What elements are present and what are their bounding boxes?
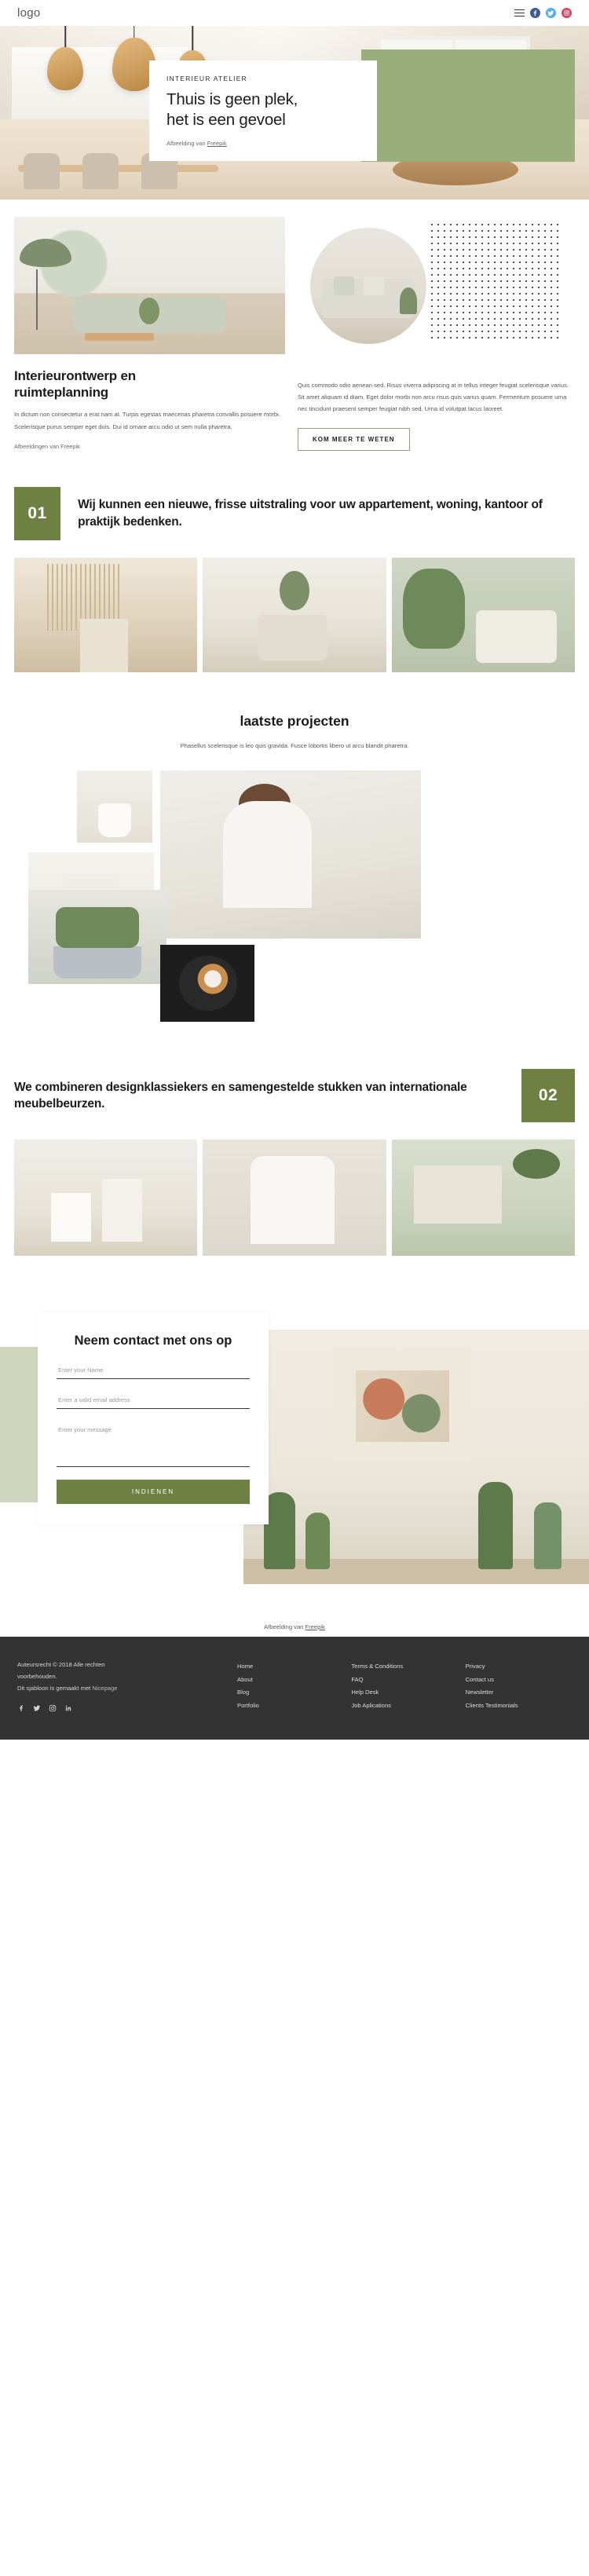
contact-form: Neem contact met ons op INDIENEN <box>38 1312 269 1525</box>
twitter-icon[interactable] <box>33 1704 41 1712</box>
band-one-text: Wij kunnen een nieuwe, frisse uitstralin… <box>78 498 543 529</box>
footer-left-column: Auteursrecht © 2018 Alle rechten voorbeh… <box>17 1659 229 1713</box>
hero-text-card: INTERIEUR ATELIER Thuis is geen plek, he… <box>149 60 377 161</box>
footer-copyright-line-1: Auteursrecht © 2018 Alle rechten <box>17 1660 105 1668</box>
intro-heading-line-1: Interieurontwerp en <box>14 368 136 383</box>
site-header: logo <box>0 0 589 26</box>
instagram-icon[interactable] <box>49 1704 57 1712</box>
hero-credit-link[interactable]: Freepik <box>207 140 227 147</box>
instagram-icon[interactable] <box>562 8 572 18</box>
footer-link[interactable]: Contact us <box>466 1674 572 1687</box>
footer-template-note: Dit sjabloon is gemaakt met Nicepage <box>17 1682 229 1694</box>
intro-right-column: Quis commodo odio aenean sed. Risus vive… <box>298 368 569 451</box>
footer-link[interactable]: Portfolio <box>237 1700 343 1713</box>
feature-band-one: 01 Wij kunnen een nieuwe, frisse uitstra… <box>0 486 589 540</box>
image-strip-two <box>0 1139 589 1256</box>
intro-heading-line-2: ruimteplanning <box>14 384 108 400</box>
hamburger-menu-icon[interactable] <box>514 9 525 17</box>
hero-credit-prefix: Afbeelding van <box>166 140 207 148</box>
hero-accent-panel <box>361 49 575 162</box>
gallery-image-2[interactable] <box>160 770 421 939</box>
contact-image-credit: Afbeelding van Freepik <box>0 1623 589 1630</box>
hero-section: INTERIEUR ATELIER Thuis is geen plek, he… <box>0 26 589 199</box>
projects-header: laatste projecten Phasellus scelerisque … <box>0 713 589 752</box>
email-field[interactable] <box>57 1390 250 1410</box>
projects-heading: laatste projecten <box>240 712 349 729</box>
hero-title: Thuis is geen plek, het is een gevoel <box>166 90 360 130</box>
strip-one-image-2 <box>203 557 386 672</box>
hero-title-line-1: Thuis is geen plek, <box>166 90 298 108</box>
footer-link[interactable]: About <box>237 1674 343 1687</box>
gallery-image-5[interactable] <box>160 944 254 1022</box>
contact-section: Neem contact met ons op INDIENEN <box>0 1301 589 1615</box>
facebook-icon[interactable] <box>17 1704 25 1712</box>
projects-gallery <box>14 770 575 1037</box>
intro-image-credit: Afbeeldingen van Freepik <box>14 442 80 450</box>
facebook-icon[interactable] <box>530 8 540 18</box>
twitter-icon[interactable] <box>546 8 556 18</box>
footer-template-brand[interactable]: Nicepage <box>92 1685 117 1692</box>
footer-link[interactable]: Terms & Conditions <box>351 1660 457 1674</box>
footer-link[interactable]: Home <box>237 1660 343 1674</box>
intro-section: Interieurontwerp en ruimteplanning In di… <box>0 199 589 456</box>
hero-title-line-2: het is een gevoel <box>166 111 286 129</box>
intro-heading: Interieurontwerp en ruimteplanning <box>14 368 285 401</box>
hero-kicker: INTERIEUR ATELIER <box>166 74 247 82</box>
hero-image-credit: Afbeelding van Freepik <box>166 140 360 147</box>
contact-credit-prefix: Afbeelding van <box>264 1623 305 1630</box>
learn-more-button[interactable]: KOM MEER TE WETEN <box>298 427 410 451</box>
image-strip-one <box>0 557 589 672</box>
name-field[interactable] <box>57 1360 250 1380</box>
footer-link[interactable]: Clients Testimonials <box>466 1700 572 1713</box>
projects-subtext: Phasellus scelerisque is leo quis gravid… <box>180 741 409 749</box>
band-one-number: 01 <box>14 486 61 540</box>
strip-two-image-2 <box>203 1139 386 1256</box>
site-footer: Auteursrecht © 2018 Alle rechten voorbeh… <box>0 1636 589 1740</box>
strip-two-image-3 <box>391 1139 575 1256</box>
intro-right-paragraph: Quis commodo odio aenean sed. Risus vive… <box>298 382 569 413</box>
footer-copyright: Auteursrecht © 2018 Alle rechten voorbeh… <box>17 1659 229 1682</box>
footer-column-3: Privacy Contact us Newsletter Clients Te… <box>466 1660 572 1713</box>
band-two-number: 02 <box>521 1068 575 1122</box>
footer-link[interactable]: Blog <box>237 1686 343 1700</box>
contact-photo <box>243 1329 589 1584</box>
interior-room-image <box>14 217 285 354</box>
footer-social-group <box>17 1704 229 1712</box>
footer-link[interactable]: Privacy <box>466 1660 572 1674</box>
footer-link[interactable]: Newsletter <box>466 1686 572 1700</box>
footer-link-columns: Home About Blog Portfolio Terms & Condit… <box>237 1659 572 1713</box>
intro-text-row: Interieurontwerp en ruimteplanning In di… <box>14 368 575 456</box>
header-right-group <box>514 8 572 18</box>
circular-sofa-image <box>310 228 426 344</box>
intro-left-column: Interieurontwerp en ruimteplanning In di… <box>14 368 285 451</box>
dot-pattern-decoration <box>429 221 562 339</box>
site-logo[interactable]: logo <box>17 6 41 20</box>
page-root: logo INTERIEUR ATELIER Thuis is geen ple… <box>0 0 589 1740</box>
gallery-image-4[interactable] <box>28 889 166 984</box>
footer-link[interactable]: Job Aplications <box>351 1700 457 1713</box>
band-two-text: We combineren designklassiekers en samen… <box>14 1080 467 1111</box>
linkedin-icon[interactable] <box>64 1704 72 1712</box>
intro-images-row <box>14 217 575 354</box>
footer-column-2: Terms & Conditions FAQ Help Desk Job Apl… <box>351 1660 457 1713</box>
submit-button[interactable]: INDIENEN <box>57 1480 250 1505</box>
footer-link[interactable]: FAQ <box>351 1674 457 1687</box>
strip-one-image-3 <box>391 557 575 672</box>
gallery-image-1[interactable] <box>77 770 152 843</box>
footer-copyright-line-2: voorbehouden. <box>17 1673 57 1681</box>
intro-left-paragraph: In dictum non consectetur a erat nam at.… <box>14 411 280 430</box>
strip-one-image-1 <box>14 557 198 672</box>
contact-credit-link[interactable]: Freepik <box>305 1623 325 1630</box>
footer-column-1: Home About Blog Portfolio <box>237 1660 343 1713</box>
footer-template-prefix: Dit sjabloon is gemaakt met <box>17 1685 93 1692</box>
circle-image-group <box>298 217 569 354</box>
message-field[interactable] <box>57 1420 250 1468</box>
feature-band-two: We combineren designklassiekers en samen… <box>0 1068 589 1122</box>
footer-link[interactable]: Help Desk <box>351 1686 457 1700</box>
contact-heading: Neem contact met ons op <box>74 1333 232 1348</box>
strip-two-image-1 <box>14 1139 198 1256</box>
